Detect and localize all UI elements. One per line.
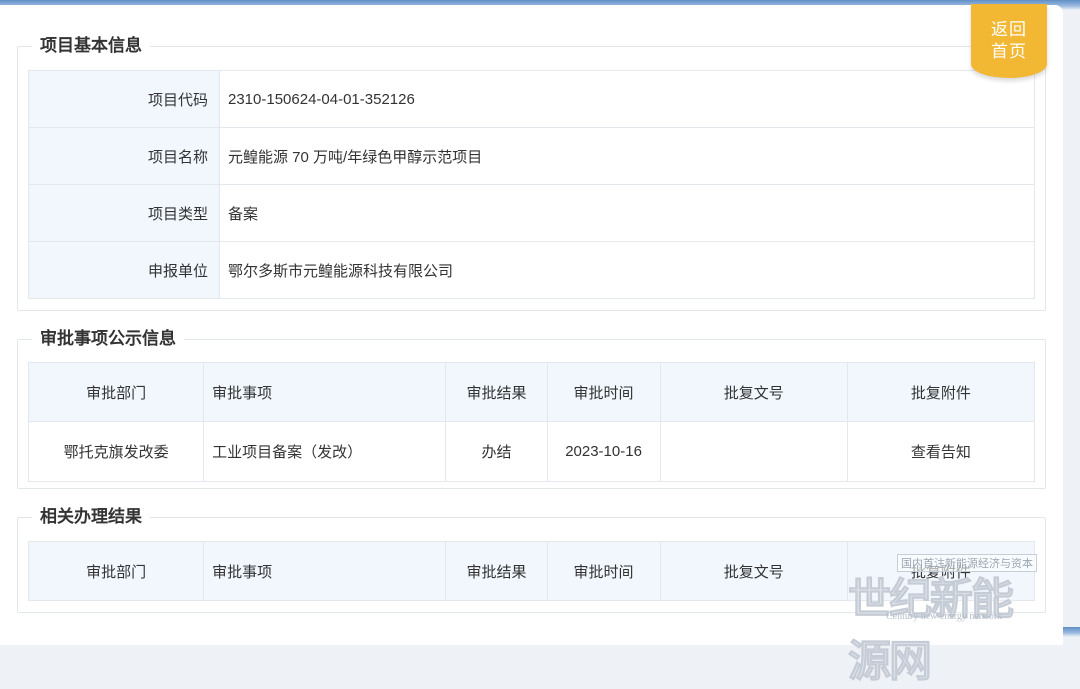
return-home-button[interactable]: 返回 首页 (971, 4, 1047, 78)
col-header-dept: 审批部门 (27, 362, 205, 422)
basic-info-table: 项目代码 2310-150624-04-01-352126 项目名称 元鳇能源 … (28, 70, 1035, 299)
view-notice-link[interactable]: 查看告知 (846, 421, 1036, 482)
basic-info-section: 项目基本信息 项目代码 2310-150624-04-01-352126 项目名… (17, 35, 1046, 311)
related-results-table: 审批部门 审批事项 审批结果 审批时间 批复文号 批复附件 (27, 541, 1036, 601)
info-row-code: 项目代码 2310-150624-04-01-352126 (28, 70, 1035, 128)
related-table-header: 审批部门 审批事项 审批结果 审批时间 批复文号 批复附件 (27, 541, 1036, 601)
cell-item: 工业项目备案（发改） (203, 421, 447, 482)
col-header-time: 审批时间 (546, 541, 661, 601)
info-row-name: 项目名称 元鳇能源 70 万吨/年绿色甲醇示范项目 (28, 127, 1035, 185)
basic-info-title: 项目基本信息 (32, 35, 150, 57)
project-type-label: 项目类型 (28, 184, 220, 242)
return-home-line1: 返回 (991, 20, 1027, 39)
return-home-line2: 首页 (991, 42, 1027, 61)
project-type-value: 备案 (219, 184, 1035, 242)
col-header-time: 审批时间 (546, 362, 661, 422)
project-code-label: 项目代码 (28, 70, 220, 128)
approval-info-section: 审批事项公示信息 审批部门 审批事项 审批结果 审批时间 批复文号 批复附件 鄂… (17, 328, 1046, 489)
approval-table: 审批部门 审批事项 审批结果 审批时间 批复文号 批复附件 鄂托克旗发改委 工业… (27, 362, 1036, 482)
col-header-result: 审批结果 (445, 541, 548, 601)
col-header-dept: 审批部门 (27, 541, 205, 601)
info-row-type: 项目类型 备案 (28, 184, 1035, 242)
table-row: 鄂托克旗发改委 工业项目备案（发改） 办结 2023-10-16 查看告知 (27, 421, 1036, 482)
cell-time: 2023-10-16 (546, 421, 661, 482)
applicant-label: 申报单位 (28, 241, 220, 299)
applicant-value: 鄂尔多斯市元鳇能源科技有限公司 (219, 241, 1035, 299)
approval-info-title: 审批事项公示信息 (32, 328, 184, 350)
col-header-doc-no: 批复文号 (659, 541, 848, 601)
related-results-title: 相关办理结果 (32, 506, 150, 528)
col-header-attachment: 批复附件 (846, 362, 1036, 422)
related-results-section: 相关办理结果 审批部门 审批事项 审批结果 审批时间 批复文号 批复附件 (17, 506, 1046, 613)
approval-table-header: 审批部门 审批事项 审批结果 审批时间 批复文号 批复附件 (27, 362, 1036, 422)
cell-result: 办结 (445, 421, 548, 482)
content-card: 项目基本信息 项目代码 2310-150624-04-01-352126 项目名… (0, 5, 1063, 645)
project-name-value: 元鳇能源 70 万吨/年绿色甲醇示范项目 (219, 127, 1035, 185)
info-row-unit: 申报单位 鄂尔多斯市元鳇能源科技有限公司 (28, 241, 1035, 299)
cell-dept: 鄂托克旗发改委 (27, 421, 205, 482)
cell-doc-no (659, 421, 848, 482)
project-name-label: 项目名称 (28, 127, 220, 185)
col-header-result: 审批结果 (445, 362, 548, 422)
col-header-attachment: 批复附件 (846, 541, 1036, 601)
col-header-item: 审批事项 (203, 362, 447, 422)
project-code-value: 2310-150624-04-01-352126 (219, 70, 1035, 128)
col-header-doc-no: 批复文号 (659, 362, 848, 422)
col-header-item: 审批事项 (203, 541, 447, 601)
